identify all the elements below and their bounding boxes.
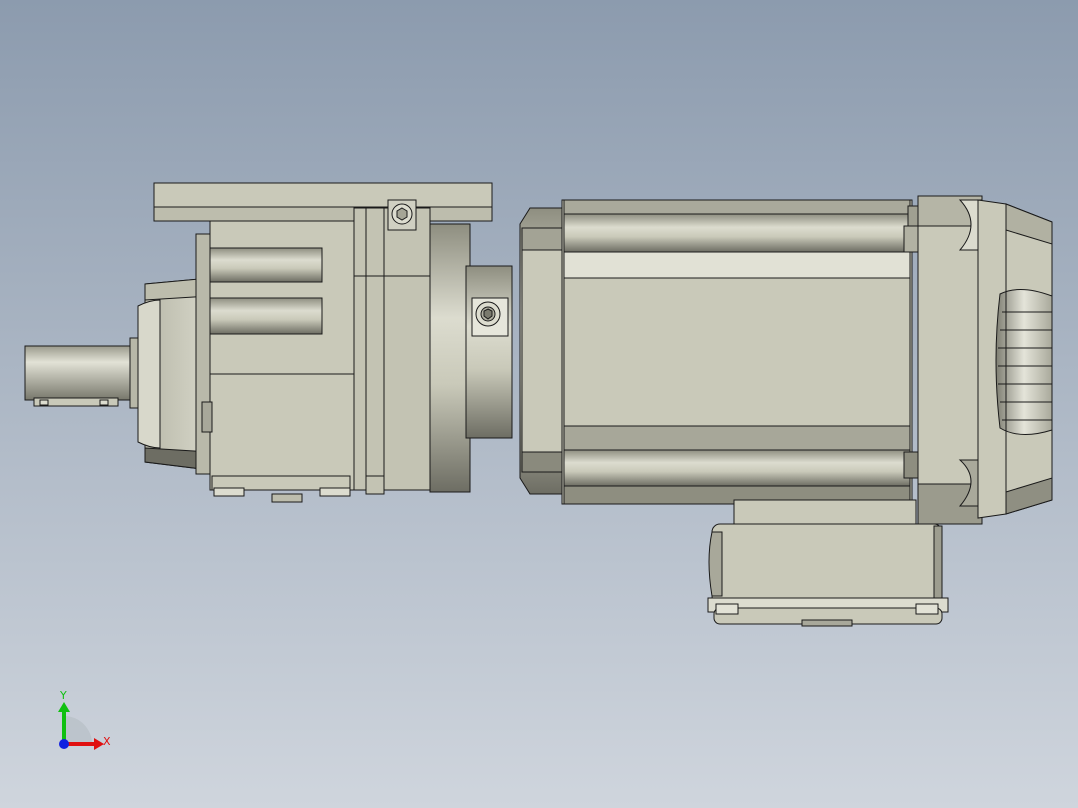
graphics-viewport[interactable]: Y X (0, 0, 1078, 808)
terminal-box (707, 499, 949, 627)
z-axis (59, 739, 69, 749)
motor-front-flange (519, 207, 567, 495)
output-shaft (24, 337, 143, 409)
motor-rear-end-shield (917, 195, 983, 525)
x-axis-label: X (103, 735, 111, 748)
y-axis-label: Y (59, 689, 67, 702)
motor-stator (561, 199, 925, 505)
fan-cover (977, 199, 1053, 519)
